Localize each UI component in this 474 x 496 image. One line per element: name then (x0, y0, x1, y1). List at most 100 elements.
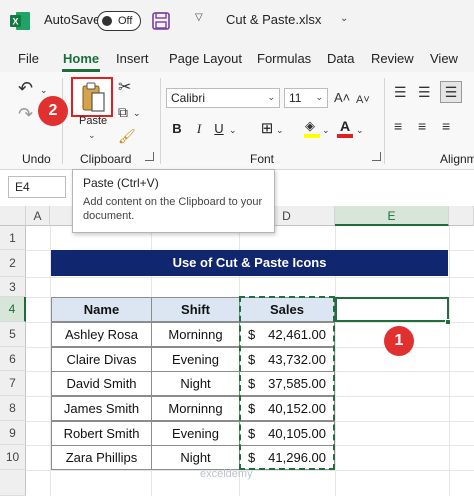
step-2-badge: 2 (38, 96, 68, 126)
quick-access-menu-icon[interactable]: ▽ (195, 12, 207, 28)
autosave-toggle[interactable]: Off (97, 11, 141, 31)
chevron-down-icon[interactable]: ⌄ (340, 13, 348, 24)
header-sales[interactable]: Sales (239, 297, 335, 322)
tab-data[interactable]: Data (327, 51, 354, 66)
cut-icon[interactable]: ✂ (118, 80, 131, 96)
cell-sales[interactable]: $42,461.00 (239, 322, 335, 347)
cell-name[interactable]: James Smith (51, 396, 152, 421)
row-header[interactable]: 3 (0, 277, 26, 297)
row-header[interactable]: 10 (0, 445, 26, 470)
sheet-title-banner[interactable]: Use of Cut & Paste Icons (51, 250, 448, 276)
cell-name[interactable]: David Smith (51, 371, 152, 396)
currency-symbol: $ (248, 426, 256, 441)
watermark: exceldemy (200, 468, 253, 480)
copy-dropdown-icon[interactable]: ⌄ (133, 105, 141, 121)
tab-review[interactable]: Review (371, 51, 414, 66)
align-middle-icon[interactable]: ☰ (418, 84, 431, 100)
cell-shift[interactable]: Night (151, 445, 240, 470)
tab-insert[interactable]: Insert (116, 51, 149, 66)
gridline (26, 277, 474, 278)
cell-shift[interactable]: Evening (151, 421, 240, 446)
svg-text:X: X (12, 17, 18, 27)
row-header[interactable]: 9 (0, 421, 26, 445)
group-divider (384, 78, 385, 164)
fill-color-icon[interactable]: ◈ (303, 118, 321, 138)
cell-sales[interactable]: $43,732.00 (239, 347, 335, 372)
row-header[interactable]: 7 (0, 371, 26, 396)
font-name-select[interactable]: Calibri ⌄ (166, 88, 280, 108)
tab-formulas[interactable]: Formulas (257, 51, 311, 66)
alignment-group-label: Alignm (440, 152, 474, 166)
cell-shift[interactable]: Night (151, 371, 240, 396)
font-launcher-icon[interactable] (372, 152, 381, 161)
tab-page-layout[interactable]: Page Layout (169, 51, 242, 66)
worksheet-grid[interactable]: A B C D E 1 2 3 4 5 6 7 8 9 10 Use of Cu… (0, 206, 474, 496)
row-header[interactable]: 8 (0, 396, 26, 421)
clipboard-launcher-icon[interactable] (145, 152, 154, 161)
underline-icon[interactable]: U (210, 120, 228, 138)
row-header[interactable]: 6 (0, 347, 26, 371)
cell-sales[interactable]: $37,585.00 (239, 371, 335, 396)
font-color-dropdown-icon[interactable]: ⌄ (356, 122, 364, 138)
align-bottom-icon[interactable]: ☰ (440, 81, 462, 103)
tab-view[interactable]: View (430, 51, 458, 66)
cell-shift[interactable]: Evening (151, 347, 240, 372)
increase-font-icon[interactable]: A˄ (334, 90, 350, 106)
italic-icon[interactable]: I (190, 120, 208, 138)
excel-logo-icon: X (10, 12, 30, 30)
row-header[interactable]: 2 (0, 250, 26, 277)
paste-dropdown-icon[interactable]: ⌄ (88, 130, 96, 141)
cell-sales[interactable]: $41,296.00 (239, 445, 335, 470)
cell-name[interactable]: Robert Smith (51, 421, 152, 446)
column-header-f[interactable] (449, 206, 474, 226)
borders-icon[interactable]: ⊞ (258, 120, 276, 138)
sales-value: 40,105.00 (268, 426, 326, 441)
borders-dropdown-icon[interactable]: ⌄ (276, 122, 284, 138)
cell-sales[interactable]: $40,105.00 (239, 421, 335, 446)
undo-dropdown-icon[interactable]: ⌄ (40, 82, 48, 98)
column-header-e[interactable]: E (335, 206, 449, 226)
bold-icon[interactable]: B (168, 120, 186, 138)
paste-label[interactable]: Paste (79, 115, 107, 127)
copy-icon[interactable]: ⧉ (118, 104, 128, 120)
cell-shift[interactable]: Morninng (151, 396, 240, 421)
font-color-icon[interactable]: A (336, 118, 354, 138)
cell-shift[interactable]: Morninng (151, 322, 240, 347)
align-left-icon[interactable]: ≡ (394, 118, 402, 134)
row-header[interactable]: 4 (0, 297, 26, 322)
align-center-icon[interactable]: ≡ (418, 118, 426, 134)
autosave-label: AutoSave (44, 12, 101, 27)
fill-handle[interactable] (445, 319, 451, 325)
decrease-font-icon[interactable]: A˅ (356, 92, 370, 108)
selected-cell-e4[interactable] (335, 297, 449, 322)
name-box[interactable]: E4 (8, 176, 66, 198)
cell-name[interactable]: Claire Divas (51, 347, 152, 372)
underline-dropdown-icon[interactable]: ⌄ (229, 122, 237, 138)
chevron-down-icon: ⌄ (267, 92, 275, 102)
undo-icon[interactable]: ↶ (18, 79, 33, 97)
tab-home[interactable]: Home (63, 51, 99, 66)
cell-name[interactable]: Zara Phillips (51, 445, 152, 470)
align-right-icon[interactable]: ≡ (442, 118, 450, 134)
step-1-badge: 1 (384, 326, 414, 356)
font-size-select[interactable]: 11 ⌄ (284, 88, 328, 108)
header-name[interactable]: Name (51, 297, 152, 322)
paste-button[interactable] (71, 77, 113, 117)
select-all-corner[interactable] (0, 206, 26, 226)
fill-dropdown-icon[interactable]: ⌄ (322, 122, 330, 138)
tab-file[interactable]: File (18, 51, 39, 66)
format-painter-icon[interactable]: 🖌 (118, 128, 136, 144)
header-shift[interactable]: Shift (151, 297, 240, 322)
align-top-icon[interactable]: ☰ (394, 84, 407, 100)
save-icon[interactable] (152, 12, 170, 30)
currency-symbol: $ (248, 450, 256, 465)
column-header-a[interactable]: A (26, 206, 50, 226)
gridline (449, 226, 450, 496)
redo-icon[interactable]: ↷ (18, 105, 33, 123)
cell-sales[interactable]: $40,152.00 (239, 396, 335, 421)
group-divider (160, 78, 161, 164)
row-header[interactable]: 5 (0, 322, 26, 347)
row-header[interactable] (0, 470, 26, 496)
cell-name[interactable]: Ashley Rosa (51, 322, 152, 347)
row-header[interactable]: 1 (0, 226, 26, 250)
